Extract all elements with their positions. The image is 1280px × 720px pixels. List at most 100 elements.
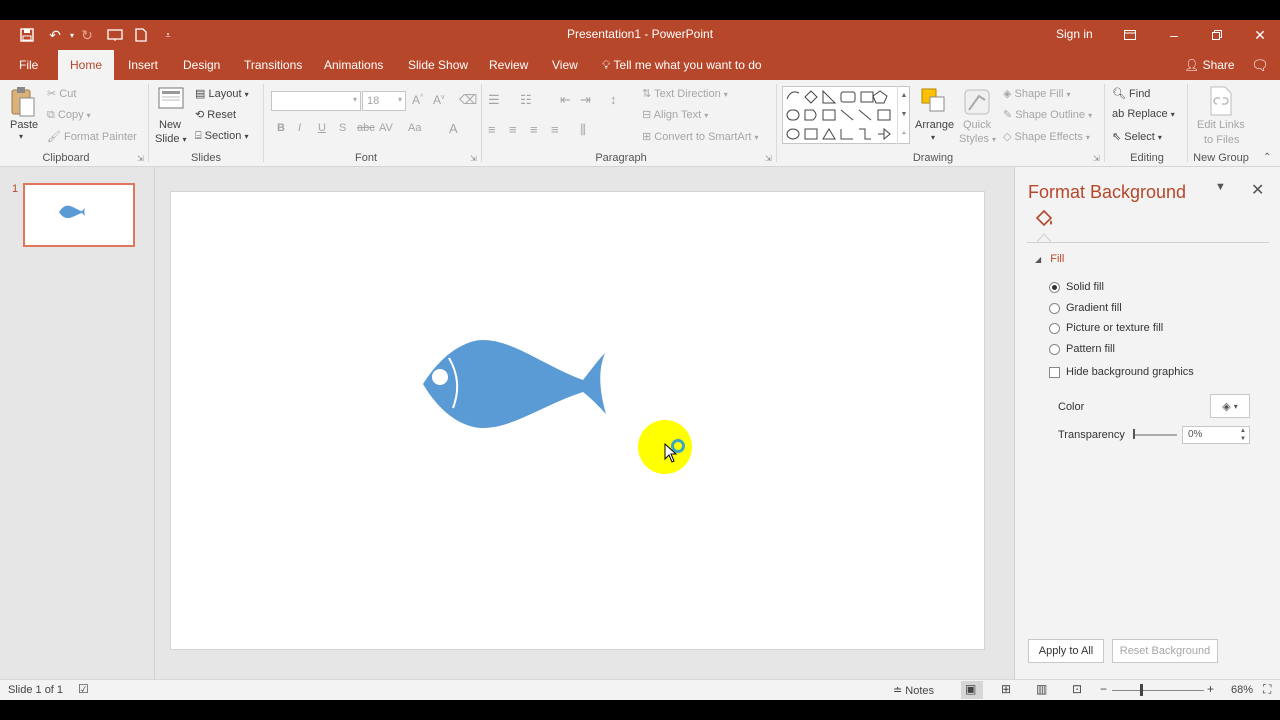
gradient-fill-option[interactable]: Gradient fill xyxy=(1049,302,1122,314)
new-slide-dropdown[interactable]: Slide ▾ xyxy=(155,133,187,145)
hide-background-graphics-checkbox[interactable]: Hide background graphics xyxy=(1049,366,1194,378)
align-right-icon[interactable]: ≡ xyxy=(530,122,538,137)
tab-review[interactable]: Review xyxy=(489,58,528,72)
increase-indent-icon[interactable]: ⇥ xyxy=(580,92,591,108)
paragraph-launcher-icon[interactable]: ⇲ xyxy=(765,154,772,163)
slide-sorter-icon[interactable]: ⊞ xyxy=(1001,682,1011,696)
tab-transitions[interactable]: Transitions xyxy=(244,58,302,72)
increase-font-size-icon[interactable]: A^ xyxy=(412,93,423,107)
reading-view-icon[interactable]: ▥ xyxy=(1036,682,1047,696)
comments-icon[interactable]: 🗨︎ xyxy=(1251,57,1269,74)
font-launcher-icon[interactable]: ⇲ xyxy=(470,154,477,163)
fit-to-window-icon[interactable]: ⛶ xyxy=(1263,682,1271,697)
ribbon-display-options-icon[interactable] xyxy=(1119,24,1141,46)
pattern-fill-option[interactable]: Pattern fill xyxy=(1049,343,1115,355)
notes-button[interactable]: ≐ Notes xyxy=(893,684,934,697)
layout-button[interactable]: ▤ Layout ▾ xyxy=(195,87,249,100)
paste-dropdown-icon[interactable]: ▾ xyxy=(19,132,23,141)
select-button[interactable]: ⇖ Select ▾ xyxy=(1112,130,1162,143)
line-spacing-icon[interactable]: ↕ xyxy=(610,92,617,107)
fish-shape[interactable] xyxy=(421,338,607,430)
quick-styles-icon[interactable] xyxy=(963,88,991,119)
picture-texture-fill-option[interactable]: Picture or texture fill xyxy=(1049,322,1163,334)
paste-button[interactable]: Paste xyxy=(10,119,38,131)
change-case-icon[interactable]: Aa xyxy=(408,122,421,134)
transparency-input[interactable]: 0% ▲ ▼ xyxy=(1182,426,1250,444)
arrange-icon[interactable] xyxy=(920,87,948,118)
tab-design[interactable]: Design xyxy=(183,58,220,72)
redo-icon[interactable]: ↻ xyxy=(77,25,97,45)
shapes-gallery[interactable] xyxy=(782,86,910,144)
new-slide-icon[interactable] xyxy=(158,86,184,113)
character-spacing-icon[interactable]: AV xyxy=(379,122,393,134)
decrease-font-size-icon[interactable]: Av xyxy=(433,93,445,107)
transparency-slider-track[interactable] xyxy=(1133,434,1177,436)
section-button[interactable]: ⌸ Section ▾ xyxy=(195,130,248,143)
strikethrough-icon[interactable]: abc xyxy=(357,122,375,134)
normal-view-icon[interactable]: ▣ xyxy=(965,682,976,696)
clipboard-launcher-icon[interactable]: ⇲ xyxy=(137,154,144,163)
apply-to-all-button[interactable]: Apply to All xyxy=(1028,639,1104,663)
find-button[interactable]: 🔍︎ Find xyxy=(1112,87,1150,100)
shape-outline-button[interactable]: ✎ Shape Outline ▾ xyxy=(1003,108,1092,121)
spelling-check-icon[interactable]: ☑ xyxy=(78,682,89,696)
slide-canvas[interactable] xyxy=(170,191,985,650)
justify-icon[interactable]: ≡ xyxy=(551,122,559,137)
align-left-icon[interactable]: ≡ xyxy=(488,122,496,137)
close-icon[interactable]: ✕ xyxy=(1249,24,1271,46)
convert-smartart-button[interactable]: ⊞ Convert to SmartArt ▾ xyxy=(642,130,759,143)
color-picker-button[interactable]: ◈ ▾ xyxy=(1210,394,1250,418)
zoom-out-icon[interactable]: − xyxy=(1100,682,1107,696)
numbering-icon[interactable]: ☷ xyxy=(520,92,532,108)
customize-qat-icon[interactable]: ⩡ xyxy=(158,25,178,45)
edit-links-label-1[interactable]: Edit Links xyxy=(1197,119,1245,131)
slideshow-icon[interactable]: ⊡ xyxy=(1072,682,1082,696)
minimize-icon[interactable]: – xyxy=(1163,24,1185,46)
zoom-in-icon[interactable]: + xyxy=(1207,682,1214,696)
bold-icon[interactable]: B xyxy=(277,122,285,134)
save-icon[interactable] xyxy=(17,25,37,45)
solid-fill-option[interactable]: Solid fill xyxy=(1049,281,1104,293)
restore-icon[interactable] xyxy=(1206,24,1228,46)
arrange-button[interactable]: Arrange xyxy=(915,119,954,131)
fill-section-header[interactable]: ◢ Fill xyxy=(1035,253,1064,265)
shapes-gallery-scroll[interactable]: ▲ ▼ ⩡ xyxy=(897,86,910,144)
copy-button[interactable]: ⧉ Copy ▾ xyxy=(47,109,91,122)
replace-button[interactable]: ab Replace ▾ xyxy=(1112,108,1175,120)
edit-links-icon[interactable] xyxy=(1209,86,1233,119)
share-button[interactable]: 👤︎ Share xyxy=(1184,58,1235,72)
tab-home[interactable]: Home xyxy=(58,50,114,80)
tab-slide-show[interactable]: Slide Show xyxy=(408,58,468,72)
transparency-slider-thumb[interactable] xyxy=(1133,429,1135,439)
zoom-level[interactable]: 68% xyxy=(1231,684,1253,696)
font-size-input[interactable]: 18 ▾ xyxy=(362,91,406,111)
align-center-icon[interactable]: ≡ xyxy=(509,122,517,137)
align-text-button[interactable]: ⊟ Align Text ▾ xyxy=(642,108,708,121)
cut-button[interactable]: ✂ Cut xyxy=(47,87,76,100)
collapse-ribbon-icon[interactable]: ⌃ xyxy=(1263,152,1271,163)
edit-links-label-2[interactable]: to Files xyxy=(1204,134,1239,146)
tell-me-search[interactable]: 💡︎ Tell me what you want to do xyxy=(602,58,762,73)
start-from-beginning-icon[interactable] xyxy=(105,25,125,45)
tab-insert[interactable]: Insert xyxy=(128,58,158,72)
slide-thumbnail[interactable] xyxy=(23,183,135,247)
new-file-icon[interactable] xyxy=(131,25,151,45)
fill-tab-icon[interactable] xyxy=(1033,207,1055,232)
pane-options-dropdown-icon[interactable]: ▼ xyxy=(1215,181,1226,193)
zoom-slider-thumb[interactable] xyxy=(1140,684,1143,696)
arrange-dropdown-icon[interactable]: ▾ xyxy=(931,133,935,142)
bullets-icon[interactable]: ☰ xyxy=(488,92,500,108)
quick-styles-label[interactable]: Quick xyxy=(963,119,991,131)
paste-icon[interactable] xyxy=(10,86,36,121)
close-pane-icon[interactable]: ✕ xyxy=(1251,180,1264,200)
font-name-input[interactable]: ▾ xyxy=(271,91,361,111)
shape-effects-button[interactable]: ◇ Shape Effects ▾ xyxy=(1003,130,1090,143)
underline-icon[interactable]: U xyxy=(318,122,326,134)
new-slide-label[interactable]: New xyxy=(159,119,181,131)
spinner-icon[interactable]: ▲ ▼ xyxy=(1240,427,1246,443)
decrease-indent-icon[interactable]: ⇤ xyxy=(560,92,571,108)
reset-background-button[interactable]: Reset Background xyxy=(1112,639,1218,663)
sign-in-link[interactable]: Sign in xyxy=(1056,27,1093,41)
tab-animations[interactable]: Animations xyxy=(324,58,383,72)
italic-icon[interactable]: I xyxy=(298,122,301,134)
